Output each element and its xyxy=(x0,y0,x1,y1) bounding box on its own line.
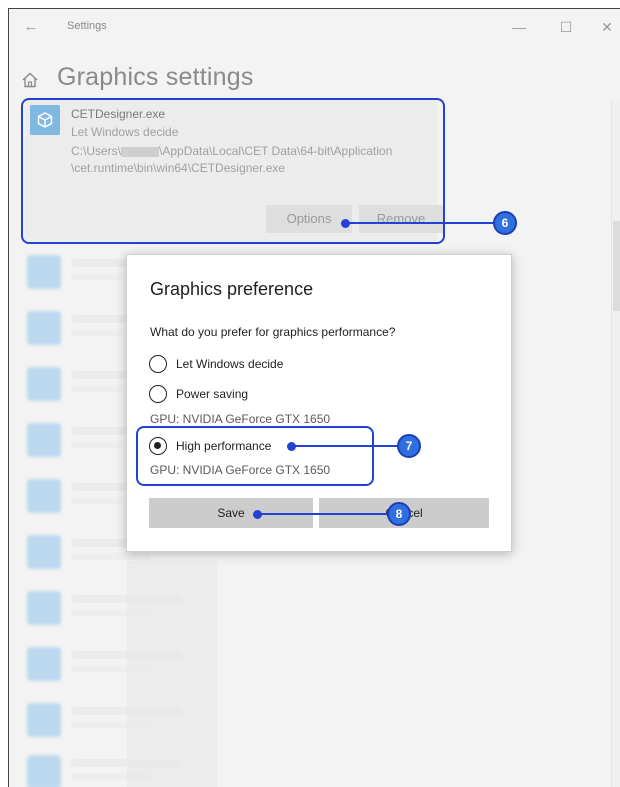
title-bar: ← Settings — ☐ ✕ xyxy=(9,9,620,45)
background-panel xyxy=(127,561,217,787)
list-item-subtext xyxy=(71,553,151,560)
callout-highlight-7 xyxy=(136,426,374,486)
callout-line-7 xyxy=(293,445,399,447)
app-icon xyxy=(27,591,61,625)
graphics-preference-dialog: Graphics preference What do you prefer f… xyxy=(126,254,512,552)
app-icon xyxy=(27,367,61,401)
app-icon xyxy=(27,479,61,513)
dialog-question: What do you prefer for graphics performa… xyxy=(150,325,396,339)
app-icon xyxy=(27,255,61,289)
app-icon xyxy=(27,311,61,345)
radio-button[interactable] xyxy=(149,385,167,403)
callout-line-8 xyxy=(259,513,389,515)
settings-window: ← Settings — ☐ ✕ Graphics settings CETDe… xyxy=(8,8,620,787)
window-title: Settings xyxy=(67,20,107,32)
step-badge-8: 8 xyxy=(387,502,411,526)
app-icon xyxy=(27,647,61,681)
maximize-icon[interactable]: ☐ xyxy=(556,17,576,37)
step-badge-7: 7 xyxy=(397,434,421,458)
dialog-title: Graphics preference xyxy=(150,279,314,299)
page-title: Graphics settings xyxy=(57,63,254,91)
radio-button[interactable] xyxy=(149,355,167,373)
back-arrow-icon[interactable]: ← xyxy=(21,17,41,37)
close-icon[interactable]: ✕ xyxy=(597,17,617,37)
option-label: Power saving xyxy=(176,387,249,401)
app-icon xyxy=(27,535,61,569)
app-icon xyxy=(27,755,61,787)
power-saving-gpu: GPU: NVIDIA GeForce GTX 1650 xyxy=(150,412,331,426)
app-icon xyxy=(27,703,61,737)
home-icon[interactable] xyxy=(21,71,39,89)
option-label: Let Windows decide xyxy=(176,357,284,371)
minimize-icon[interactable]: — xyxy=(509,17,529,37)
step-badge-6: 6 xyxy=(493,211,517,235)
scrollbar-thumb[interactable] xyxy=(613,221,620,311)
callout-line-6 xyxy=(347,222,495,224)
scrollbar-track[interactable] xyxy=(611,101,620,787)
app-icon xyxy=(27,423,61,457)
